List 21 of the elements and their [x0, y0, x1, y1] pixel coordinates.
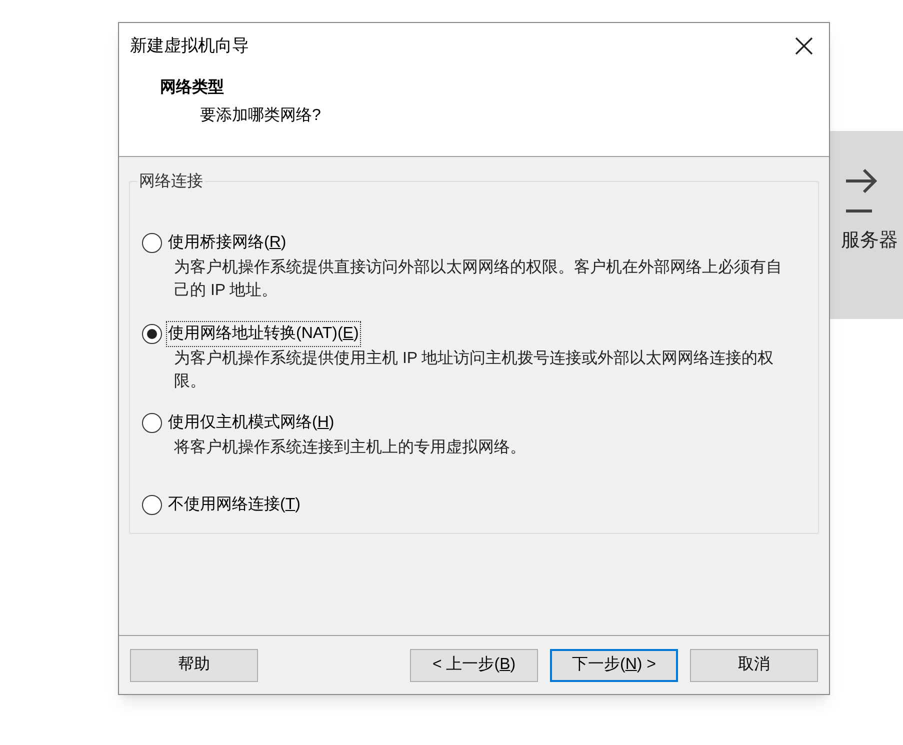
- option-label[interactable]: 不使用网络连接(T): [167, 493, 302, 517]
- close-icon: [795, 36, 813, 54]
- dialog-button[interactable]: 帮助: [130, 648, 258, 682]
- panel-label: 服务器: [841, 229, 898, 253]
- page-subtitle: 要添加哪类网络?: [200, 106, 322, 126]
- page-title: 网络类型: [160, 78, 225, 98]
- option-label[interactable]: 使用仅主机模式网络(H): [167, 411, 336, 435]
- close-button[interactable]: [793, 34, 815, 56]
- option-description: 将客户机操作系统连接到主机上的专用虚拟网络。: [174, 438, 527, 458]
- dialog-button[interactable]: < 上一步(B): [410, 648, 538, 682]
- radio-button[interactable]: [142, 233, 162, 253]
- radio-button[interactable]: [142, 413, 162, 433]
- window-title: 新建虚拟机向导: [130, 34, 249, 57]
- option-description: 为客户机操作系统提供使用主机 IP 地址访问主机拨号连接或外部以太网网络连接的权限。: [174, 348, 775, 392]
- dialog-button[interactable]: 下一步(N) >: [550, 648, 678, 682]
- radio-button[interactable]: [142, 324, 162, 344]
- option-label[interactable]: 使用桥接网络(R): [167, 231, 288, 255]
- radio-button[interactable]: [142, 495, 162, 515]
- option-description: 为客户机操作系统提供直接访问外部以太网网络的权限。客户机在外部网络上必须有自己的 IP 地址。: [174, 258, 783, 301]
- option-label[interactable]: 使用网络地址转换(NAT)(E): [167, 322, 360, 346]
- dialog-button[interactable]: 取消: [690, 648, 818, 682]
